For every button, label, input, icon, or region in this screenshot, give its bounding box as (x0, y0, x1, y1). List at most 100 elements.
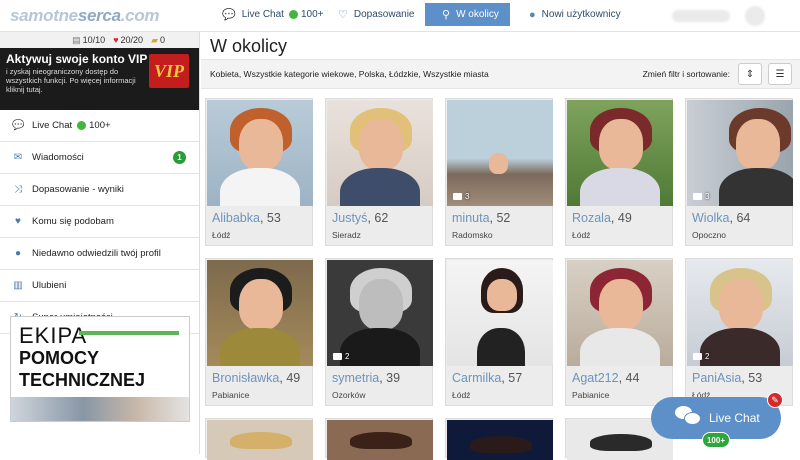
profile-name[interactable]: PaniAsia, 53 (692, 371, 762, 385)
location-pin-icon: ⚲ (442, 9, 451, 21)
profile-photo[interactable]: 2 (687, 260, 793, 366)
filter-summary: Kobieta, Wszystkie kategorie wiekowe, Po… (210, 69, 489, 79)
profile-photo[interactable] (447, 260, 553, 366)
sidebar-menu: 💬 Live Chat 100+ ✉ Wiadomości 1 ⤨ Dopasowanie… (0, 110, 199, 334)
banner-headline: POMOCY TECHNICZNEJ (19, 348, 146, 390)
live-chat-count: 100+ (300, 9, 324, 20)
sort-button[interactable]: ⇕ (738, 63, 762, 85)
profile-city: Sieradz (332, 230, 361, 240)
profile-city: Łódź (212, 230, 231, 240)
top-bar: samotneserca.com 💬 Live Chat 100+ ♡ Dopa… (0, 0, 800, 32)
profile-photo[interactable] (567, 260, 673, 366)
heart-outline-icon: ♡ (338, 9, 348, 21)
vip-badge: VIP (149, 54, 189, 88)
profile-name[interactable]: Alibabka, 53 (212, 211, 281, 225)
live-chat-count-badge: 100+ (702, 432, 730, 448)
profile-photo[interactable] (207, 100, 313, 206)
profile-photo[interactable]: 2 (327, 260, 433, 366)
profile-card[interactable]: 3 minuta, 52 Radomsko (445, 98, 553, 246)
chat-icon: 💬 (222, 9, 236, 21)
change-filter-label: Zmień filtr i sortowanie: (642, 69, 730, 79)
account-stats: ▤ 10/10 ♥ 20/20 ▰ 0 (0, 32, 199, 48)
profile-city: Łódź (572, 230, 591, 240)
online-dot-icon (77, 121, 87, 130)
profile-name[interactable]: symetria, 39 (332, 371, 400, 385)
banner-divider (79, 331, 179, 335)
sidebar-item-ulubieni[interactable]: ▥ Ulubieni (0, 270, 199, 302)
edit-pencil-icon[interactable]: ✎ (767, 392, 783, 408)
profile-city: Łódź (452, 390, 471, 400)
profile-card[interactable]: Alibabka, 53 Łódź (205, 98, 313, 246)
profile-card[interactable] (325, 418, 433, 460)
coins-stat[interactable]: ▰ 0 (151, 35, 165, 46)
banner-line-1: EKIPA (19, 323, 88, 348)
profile-card[interactable]: Carmilka, 57 Łódź (445, 258, 553, 406)
profile-card[interactable]: Rozala, 49 Łódź (565, 98, 673, 246)
filter-bar: Kobieta, Wszystkie kategorie wiekowe, Po… (201, 59, 800, 89)
sort-icon: ⇕ (745, 68, 755, 80)
profile-card[interactable]: 3 Wiolka, 64 Opoczno (685, 98, 793, 246)
shuffle-icon: ⤨ (14, 184, 22, 195)
profile-name[interactable]: Agat212, 44 (572, 371, 639, 385)
vip-description: i zyskaj nieograniczony dostęp do wszyst… (6, 67, 136, 94)
photo-count: 3 (693, 192, 709, 201)
nav-w-okolicy[interactable]: ⚲ W okolicy (425, 3, 510, 26)
camera-icon (453, 193, 462, 200)
profile-name[interactable]: Carmilka, 57 (452, 371, 522, 385)
photo-count: 2 (333, 352, 349, 361)
profile-name[interactable]: Wiolka, 64 (692, 211, 750, 225)
camera-icon (693, 353, 702, 360)
camera-icon (693, 193, 702, 200)
support-team-banner[interactable]: EKIPA POMOCY TECHNICZNEJ (10, 316, 190, 422)
photo-count: 3 (453, 192, 469, 201)
chat-icon: 💬 (12, 120, 25, 131)
sidebar-item-live-chat[interactable]: 💬 Live Chat 100+ (0, 110, 199, 142)
nav-dopasowanie[interactable]: ♡ Dopasowanie (338, 3, 414, 26)
profile-card[interactable] (445, 418, 553, 460)
avatar[interactable] (745, 6, 765, 26)
profile-name[interactable]: Justyś, 62 (332, 211, 388, 225)
nav-nowi-uzytkownicy[interactable]: ● Nowi użytkownicy (529, 3, 621, 26)
profile-city: Pabianice (572, 390, 610, 400)
camera-icon (333, 353, 342, 360)
online-dot-icon (288, 10, 298, 19)
favorites-icon: ▥ (13, 280, 23, 291)
account-menu[interactable] (672, 10, 730, 22)
profile-photo[interactable] (327, 100, 433, 206)
heart-icon: ♥ (113, 35, 119, 45)
envelope-icon: ✉ (13, 152, 23, 163)
envelope-icon: ▤ (72, 34, 81, 45)
profile-card[interactable]: Agat212, 44 Pabianice (565, 258, 673, 406)
profile-photo[interactable] (327, 420, 433, 460)
profile-photo[interactable] (207, 420, 313, 460)
profile-city: Opoczno (692, 230, 727, 240)
sidebar-item-niedawno-odwiedzili[interactable]: ● Niedawno odwiedzili twój profil (0, 238, 199, 270)
user-icon: ● (529, 8, 536, 21)
site-logo[interactable]: samotneserca.com (10, 6, 160, 26)
profile-card[interactable]: Justyś, 62 Sieradz (325, 98, 433, 246)
sidebar-item-dopasowanie-wyniki[interactable]: ⤨ Dopasowanie - wyniki (0, 174, 199, 206)
profile-name[interactable]: Bronisławka, 49 (212, 371, 300, 385)
profile-photo[interactable]: 3 (447, 100, 553, 206)
profile-card[interactable]: 2 PaniAsia, 53 Łódź (685, 258, 793, 406)
hearts-stat[interactable]: ♥ 20/20 (113, 35, 143, 45)
profile-card[interactable] (205, 418, 313, 460)
profile-photo[interactable] (447, 420, 553, 460)
banner-photo (11, 397, 189, 421)
sidebar-item-wiadomosci[interactable]: ✉ Wiadomości 1 (0, 142, 199, 174)
vip-promo[interactable]: Aktywuj swoje konto VIP i zyskaj nieogra… (0, 48, 199, 110)
profile-photo[interactable] (567, 100, 673, 206)
profile-photo[interactable]: 3 (687, 100, 793, 206)
profile-city: Pabianice (212, 390, 250, 400)
profile-name[interactable]: minuta, 52 (452, 211, 510, 225)
profile-name[interactable]: Rozala, 49 (572, 211, 632, 225)
messages-stat[interactable]: ▤ 10/10 (72, 35, 105, 46)
profile-photo[interactable] (207, 260, 313, 366)
chat-bubbles-icon (675, 406, 701, 426)
sidebar-item-komu-sie-podobam[interactable]: ♥ Komu się podobam (0, 206, 199, 238)
heart-icon: ♥ (15, 216, 21, 227)
profile-card[interactable]: Bronisławka, 49 Pabianice (205, 258, 313, 406)
profile-card[interactable]: 2 symetria, 39 Ozorków (325, 258, 433, 406)
nav-live-chat[interactable]: 💬 Live Chat 100+ (222, 3, 323, 26)
filter-settings-button[interactable]: ☰ (768, 63, 792, 85)
